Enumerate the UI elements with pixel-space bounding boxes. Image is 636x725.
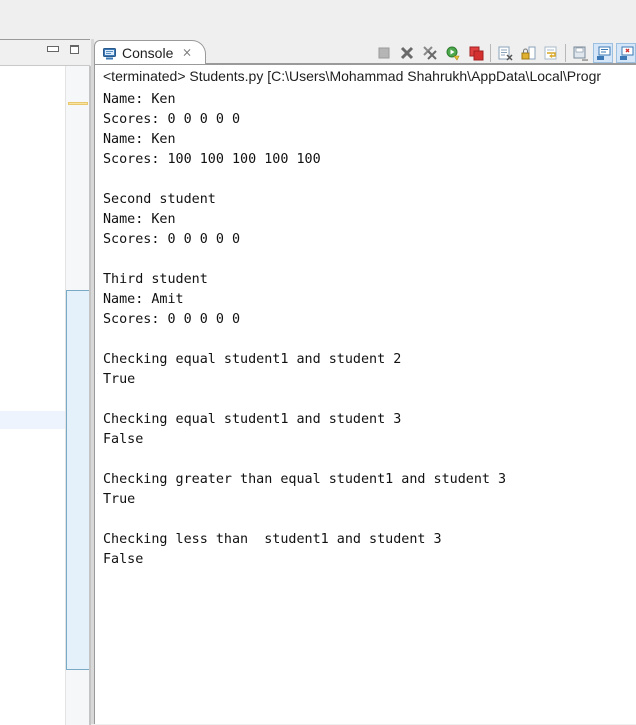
process-status: <terminated> Students.py [C:\Users\Moham… — [103, 68, 602, 84]
output-line: Scores: 0 0 0 0 0 — [103, 112, 241, 127]
output-line: True — [103, 492, 136, 507]
output-line: Name: Ken — [103, 92, 176, 107]
output-line: Second student — [103, 192, 216, 207]
output-line: True — [103, 372, 136, 387]
console-output[interactable]: Name: Ken Scores: 0 0 0 0 0 Name: Ken Score… — [103, 90, 506, 570]
output-line: Scores: 0 0 0 0 0 — [103, 232, 241, 247]
output-line: False — [103, 432, 144, 447]
word-wrap-icon[interactable] — [541, 43, 561, 63]
tab-console[interactable]: Console ⨯ — [94, 40, 206, 64]
output-line: Checking equal student1 and student 2 — [103, 352, 402, 367]
maximize-icon[interactable] — [70, 45, 79, 54]
current-line-highlight — [0, 411, 65, 429]
minimize-icon[interactable] — [47, 46, 59, 52]
toolbar-separator — [490, 44, 491, 62]
show-console-stderr-icon[interactable] — [616, 43, 636, 63]
output-line: False — [103, 552, 144, 567]
close-icon[interactable]: ⨯ — [182, 45, 192, 59]
remove-launch-icon[interactable] — [397, 43, 417, 63]
show-console-stdout-icon[interactable] — [593, 43, 613, 63]
editor-pane — [0, 39, 91, 725]
output-line: Name: Amit — [103, 292, 184, 307]
overview-ruler[interactable] — [65, 66, 90, 725]
output-line: Third student — [103, 272, 208, 287]
output-line: Name: Ken — [103, 212, 176, 227]
scroll-lock-icon[interactable] — [518, 43, 538, 63]
console-toolbar — [374, 42, 636, 64]
clear-console-icon[interactable] — [495, 43, 515, 63]
output-line: Checking equal student1 and student 3 — [103, 412, 402, 427]
output-line: Scores: 100 100 100 100 100 — [103, 152, 321, 167]
toolbar-separator — [565, 44, 566, 62]
remove-all-terminated-icon[interactable] — [420, 43, 440, 63]
editor-tab-bar — [0, 40, 91, 64]
console-view: Console ⨯ <terminated> Students.py [C:\U… — [94, 39, 636, 724]
relaunch-icon[interactable] — [443, 43, 463, 63]
terminate-icon[interactable] — [374, 43, 394, 63]
editor-content[interactable] — [0, 65, 91, 725]
output-line: Scores: 0 0 0 0 0 — [103, 312, 241, 327]
occurrence-marker[interactable] — [68, 102, 88, 105]
scrollbar-thumb[interactable] — [66, 290, 90, 670]
output-line: Checking less than student1 and student … — [103, 532, 442, 547]
output-line: Name: Ken — [103, 132, 176, 147]
console-monitor-icon — [103, 47, 116, 60]
console-output-area[interactable]: <terminated> Students.py [C:\Users\Moham… — [94, 64, 636, 724]
output-line: Checking greater than equal student1 and… — [103, 472, 507, 487]
terminate-all-icon[interactable] — [466, 43, 486, 63]
save-output-icon[interactable] — [570, 43, 590, 63]
tab-console-label: Console — [122, 45, 174, 61]
